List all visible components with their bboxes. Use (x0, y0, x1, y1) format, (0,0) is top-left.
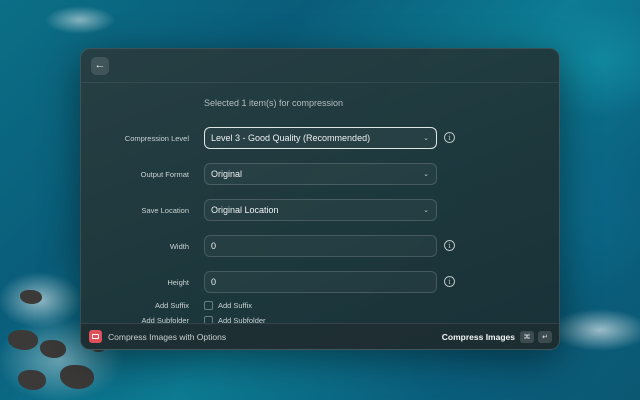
image-icon (89, 330, 102, 343)
info-icon[interactable]: i (444, 276, 455, 287)
compression-level-value: Level 3 - Good Quality (Recommended) (211, 133, 371, 143)
save-location-value: Original Location (211, 205, 279, 215)
height-label: Height (167, 277, 189, 287)
info-icon[interactable]: i (444, 240, 455, 251)
add-suffix-label: Add Suffix (154, 300, 189, 310)
compression-level-dropdown[interactable]: Level 3 - Good Quality (Recommended) ⌄ (204, 127, 437, 149)
compression-level-row: Compression Level Level 3 - Good Quality… (81, 127, 559, 149)
add-suffix-checkbox[interactable] (204, 301, 213, 310)
extension-window: ← Selected 1 item(s) for compression Com… (80, 48, 560, 350)
width-input[interactable]: 0 (204, 235, 437, 257)
add-suffix-row: Add Suffix Add Suffix (81, 299, 559, 311)
action-bar: Compress Images with Options Compress Im… (81, 323, 559, 349)
output-format-value: Original (211, 169, 243, 179)
back-button[interactable]: ← (91, 56, 109, 75)
chevron-down-icon: ⌄ (423, 135, 429, 142)
width-row: Width 0 i (81, 235, 559, 257)
chevron-down-icon: ⌄ (423, 171, 429, 178)
save-location-row: Save Location Original Location ⌄ (81, 199, 559, 221)
command-title: Compress Images with Options (108, 332, 227, 342)
info-icon[interactable]: i (444, 132, 455, 143)
return-key-icon: ↵ (538, 331, 552, 343)
width-label: Width (169, 241, 189, 251)
compression-level-label: Compression Level (124, 133, 189, 143)
selection-summary: Selected 1 item(s) for compression (204, 98, 344, 108)
height-input[interactable]: 0 (204, 271, 437, 293)
output-format-dropdown[interactable]: Original ⌄ (204, 163, 437, 185)
height-value: 0 (211, 277, 217, 287)
save-location-label: Save Location (141, 205, 189, 215)
output-format-row: Output Format Original ⌄ (81, 163, 559, 185)
arrow-left-icon: ← (94, 59, 106, 71)
output-format-label: Output Format (140, 169, 189, 179)
compress-images-button[interactable]: Compress Images (442, 324, 515, 349)
width-value: 0 (211, 241, 217, 251)
add-suffix-checkbox-label[interactable]: Add Suffix (218, 299, 252, 311)
command-key-icon: ⌘ (520, 331, 534, 343)
height-row: Height 0 i (81, 271, 559, 293)
chevron-down-icon: ⌄ (423, 207, 429, 214)
top-bar: ← (81, 49, 559, 83)
save-location-dropdown[interactable]: Original Location ⌄ (204, 199, 437, 221)
